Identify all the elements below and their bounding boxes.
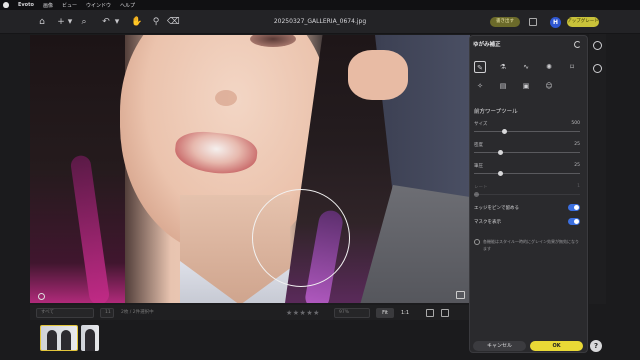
forward-warp-icon[interactable]: ✎ [474,61,486,73]
selection-text: 2枚 / 2件選択中 [121,310,154,315]
home-icon[interactable]: ⌂ [36,16,48,28]
density-value[interactable]: 25 [560,142,580,147]
export-button[interactable]: 書き出す [490,17,520,27]
adjust-icon[interactable] [593,41,602,50]
density-label: 密度 [474,143,483,148]
smooth-icon[interactable]: ∿ [520,61,532,73]
brush-cursor [252,189,350,287]
show-mask-toggle[interactable] [568,218,580,225]
upgrade-button[interactable]: アップグレード [567,17,599,27]
menu-help[interactable]: ヘルプ [120,2,135,9]
filter-select[interactable]: すべて [36,308,94,318]
toolbar: ⌂ + ▾ ⌕ ↶ ▾ ✋ ⚲ ⌫ 20250327_GALLERIA_0674… [0,10,640,34]
cancel-button[interactable]: キャンセル [473,341,526,351]
count-select[interactable]: 11 [100,308,114,318]
menu-app-name[interactable]: Evoto [18,2,34,8]
chevron-down-icon[interactable]: ▾ [64,16,76,28]
reset-icon[interactable] [574,41,581,48]
menu-window[interactable]: ウインドウ [86,2,111,9]
density-slider[interactable] [474,152,580,153]
density-slider-handle[interactable] [498,150,503,155]
panel-note: 各機能はスタイル一時的にグレイン効果が無効になります [483,239,579,251]
size-value[interactable]: 500 [560,121,580,126]
fit-button[interactable]: Fit [376,308,394,318]
reconstruct-icon[interactable]: ⚗ [497,61,509,73]
hand-icon[interactable]: ✋ [131,16,143,28]
apple-icon[interactable] [3,2,9,8]
document-title: 20250327_GALLERIA_0674.jpg [273,18,367,25]
chevron-down-icon[interactable]: ▾ [111,16,123,28]
menubar: Evoto 画像 ビュー ウインドウ ヘルプ [0,0,640,10]
pressure-value[interactable]: 25 [560,163,580,168]
freeze-icon[interactable]: ▤ [497,80,509,92]
rating-stars[interactable]: ★★★★★ [286,308,320,318]
face-icon[interactable]: ☺ [543,80,555,92]
avatar[interactable]: H [550,17,561,28]
expand-icon[interactable] [456,291,465,299]
size-slider-handle[interactable] [502,129,507,134]
show-mask-label: マスクを表示 [474,220,501,225]
pressure-slider[interactable] [474,173,580,174]
pin-edges-label: エッジをピンで留める [474,206,519,211]
panel-toggle-icon[interactable] [529,18,537,26]
pressure-slider-handle[interactable] [498,171,503,176]
rate-value: 1 [577,184,580,189]
bloat-icon[interactable]: ✧ [474,80,486,92]
photo-region [215,90,237,106]
twirl-icon[interactable]: ✺ [543,61,555,73]
panel-title: ゆがみ補正 [473,42,501,48]
menu-image[interactable]: 画像 [43,2,53,9]
info-icon [474,239,480,245]
eraser-icon[interactable]: ⌫ [167,16,180,28]
info-icon[interactable] [38,293,45,300]
dropper-icon[interactable]: ⚲ [150,16,162,28]
size-slider[interactable] [474,131,580,132]
rate-slider-handle [474,192,479,197]
grid-view-icon[interactable] [426,309,434,317]
one-to-one-button[interactable]: 1:1 [397,308,413,318]
filmstrip-thumbnail[interactable] [81,325,99,351]
thaw-icon[interactable]: ▣ [520,80,532,92]
compare-view-icon[interactable] [441,309,449,317]
pucker-icon[interactable]: ⌑ [566,61,578,73]
rate-slider [474,194,580,195]
pin-edges-toggle[interactable] [568,204,580,211]
help-icon[interactable]: ? [590,340,602,352]
right-rail [589,34,606,304]
size-label: サイズ [474,122,488,127]
filmstrip-thumbnail[interactable] [40,325,78,351]
photo-canvas[interactable] [30,35,470,303]
ok-button[interactable]: OK [530,341,583,351]
pressure-label: 筆圧 [474,164,483,169]
rate-label: レート [474,185,488,190]
history-icon[interactable] [593,64,602,73]
zoom-select[interactable]: 97% [334,308,370,318]
section-title: 前方ワープツール [474,109,518,115]
menu-view[interactable]: ビュー [62,2,77,9]
photo-region [348,50,408,100]
search-icon[interactable]: ⌕ [78,16,90,28]
